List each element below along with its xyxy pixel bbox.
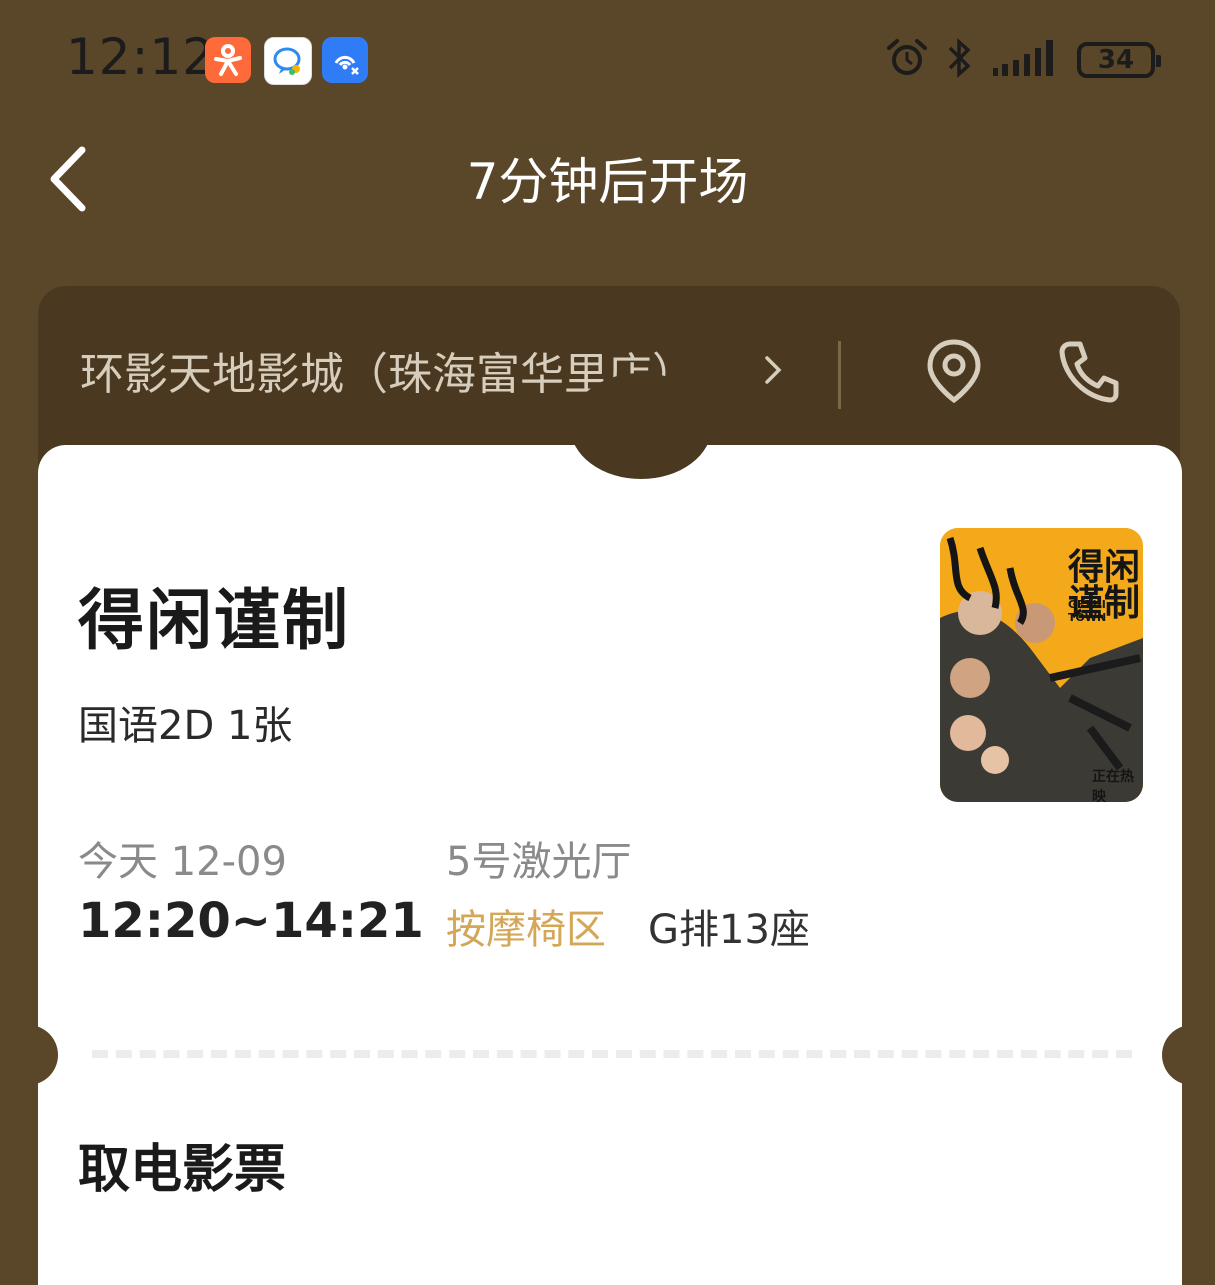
battery-icon: 34 bbox=[1077, 42, 1161, 78]
chevron-right-icon[interactable] bbox=[760, 350, 786, 394]
ticket-notch bbox=[570, 373, 712, 479]
movie-poster[interactable]: 得闲谨制 GEZHI TOWN 正在热映 bbox=[940, 528, 1143, 802]
status-time: 12:12 bbox=[66, 28, 216, 86]
ticket-notch-left bbox=[0, 1025, 58, 1085]
seat-zone: 按摩椅区 bbox=[446, 907, 606, 953]
show-time: 12:20~14:21 bbox=[78, 893, 424, 949]
dashed-divider bbox=[92, 1050, 1132, 1058]
hotspot-app-icon bbox=[322, 37, 368, 83]
show-date: 今天 12-09 bbox=[78, 839, 287, 885]
movie-title: 得闲谨制 bbox=[78, 582, 350, 659]
pickup-title: 取电影票 bbox=[78, 1140, 287, 1200]
poster-tag: 正在热映 bbox=[1092, 769, 1134, 802]
dianping-app-icon bbox=[205, 37, 251, 83]
hall-name: 5号激光厅 bbox=[446, 839, 632, 885]
ticket-notch-right bbox=[1162, 1025, 1215, 1085]
status-bar: 12:12 34 bbox=[0, 0, 1215, 115]
phone-icon[interactable] bbox=[1058, 338, 1120, 408]
ticket-card: 得闲谨制 国语2D 1张 得闲谨制 GEZHI TOWN 正在热映 今天 12-… bbox=[0, 373, 1215, 1285]
divider bbox=[838, 341, 841, 409]
location-icon[interactable] bbox=[924, 338, 984, 408]
movie-format: 国语2D 1张 bbox=[78, 703, 293, 749]
alarm-icon bbox=[885, 36, 929, 84]
seat-number: G排13座 bbox=[648, 907, 810, 953]
signal-icon bbox=[991, 36, 1061, 84]
bluetooth-icon bbox=[945, 36, 975, 84]
poster-title-en: GEZHI TOWN bbox=[1068, 598, 1107, 624]
messenger-app-icon bbox=[264, 37, 312, 85]
page-title: 7分钟后开场 bbox=[466, 153, 749, 211]
